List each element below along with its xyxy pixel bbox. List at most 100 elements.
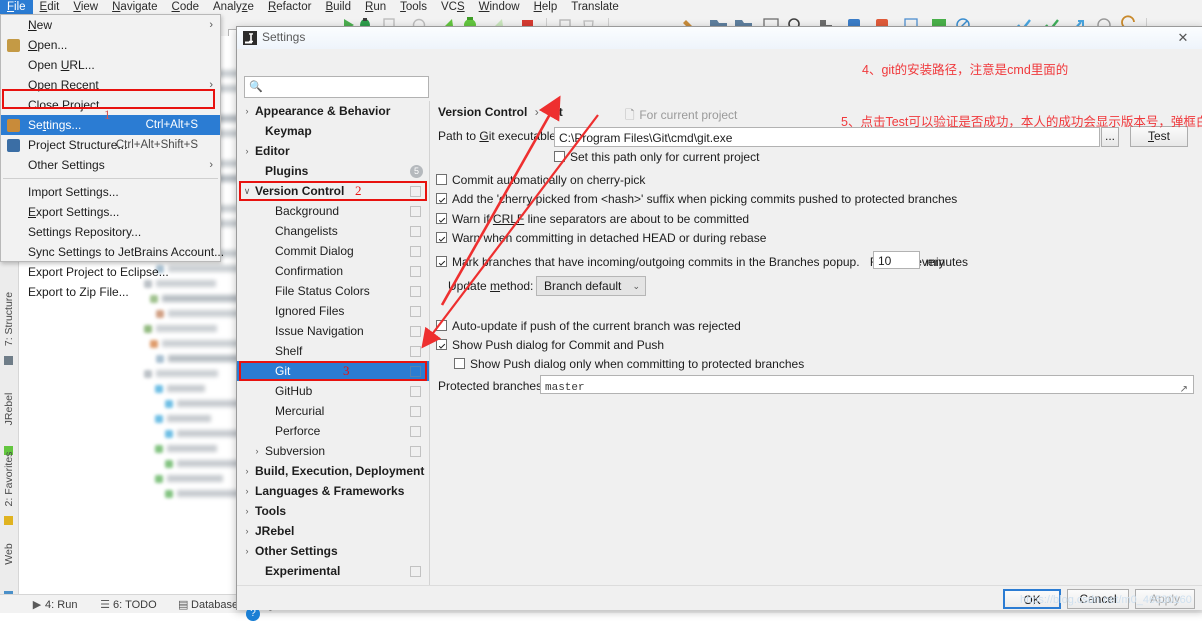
settings-tree-item-othersettings[interactable]: › Other Settings: [237, 541, 429, 561]
auto-update-checkbox[interactable]: [436, 320, 447, 331]
settings-tree-item-git[interactable]: Git: [237, 361, 429, 381]
git-option-checkbox-row-1[interactable]: Add the 'cherry picked from <hash>' suff…: [436, 192, 957, 206]
project-node-icon: [144, 325, 152, 333]
file-menu-item-importsettings[interactable]: Import Settings...: [1, 182, 220, 202]
watermark-text: https://blog.csdn.net/m0_46530160: [1020, 594, 1192, 606]
file-menu-item-new[interactable]: New ›: [1, 15, 220, 35]
tree-expander-icon[interactable]: ›: [241, 481, 253, 501]
settings-tree-item-appearancebehavior[interactable]: › Appearance & Behavior: [237, 101, 429, 121]
git-option-checkbox[interactable]: [436, 213, 447, 224]
settings-tree-item-mercurial[interactable]: Mercurial: [237, 401, 429, 421]
project-node-label: [167, 385, 205, 392]
close-icon[interactable]: ✕: [1163, 27, 1202, 49]
settings-search-input[interactable]: 🔍: [244, 76, 429, 98]
git-option-checkbox[interactable]: [436, 193, 447, 204]
menu-item-label: New: [28, 18, 53, 32]
git-option-checkbox[interactable]: [436, 174, 447, 185]
settings-tree-item-filestatuscolors[interactable]: File Status Colors: [237, 281, 429, 301]
git-option-checkbox[interactable]: [436, 232, 447, 243]
settings-tree-item-shelf[interactable]: Shelf: [237, 341, 429, 361]
tree-expander-icon[interactable]: ›: [251, 441, 263, 461]
settings-tree-item-subversion[interactable]: › Subversion: [237, 441, 429, 461]
show-push-protected-row[interactable]: Show Push dialog only when committing to…: [454, 357, 804, 371]
annotation-5: 5、点击Test可以验证是否成功，本人的成功会显示版本号，弹框白色: [841, 115, 1202, 129]
tool-window-tab-jrebel[interactable]: JRebel: [0, 370, 18, 448]
show-push-row[interactable]: Show Push dialog for Commit and Push: [436, 338, 664, 352]
show-push-checkbox[interactable]: [436, 339, 447, 350]
tool-window-tab-web[interactable]: Web: [0, 515, 18, 593]
file-menu-item-exportprojecttoeclipse[interactable]: Export Project to Eclipse...: [1, 262, 220, 282]
intellij-idea-icon: [243, 31, 257, 45]
tree-expander-icon[interactable]: ›: [241, 101, 253, 121]
git-option-checkbox-row-2[interactable]: Warn if CRLF line separators are about t…: [436, 212, 749, 226]
tree-item-label: Version Control: [255, 184, 345, 198]
show-push-protected-checkbox[interactable]: [454, 358, 465, 369]
breadcrumb-root[interactable]: Version Control: [438, 105, 527, 119]
tree-expander-icon[interactable]: ∨: [241, 181, 253, 201]
settings-tree-item-background[interactable]: Background: [237, 201, 429, 221]
settings-tree-item-versioncontrol[interactable]: ∨ Version Control: [237, 181, 429, 201]
file-menu-item-exportsettings[interactable]: Export Settings...: [1, 202, 220, 222]
file-menu-item-open[interactable]: Open...: [1, 35, 220, 55]
tree-expander-icon[interactable]: ›: [241, 541, 253, 561]
git-executable-path-input[interactable]: C:\Program Files\Git\cmd\git.exe: [554, 127, 1100, 147]
settings-category-tree[interactable]: › Appearance & Behavior Keymap › Editor Plugi…: [237, 101, 430, 585]
copy-settings-icon: [410, 266, 421, 277]
settings-tree-item-confirmation[interactable]: Confirmation: [237, 261, 429, 281]
project-node-label: [156, 370, 218, 377]
statusbar-item-run[interactable]: ▶ 4: Run: [32, 598, 78, 611]
set-path-only-checkbox[interactable]: [554, 151, 565, 162]
file-menu-item-closeproject[interactable]: Close Project: [1, 95, 220, 115]
project-node-icon: [165, 430, 173, 438]
file-menu-item-exporttozipfile[interactable]: Export to Zip File...: [1, 282, 220, 302]
file-menu-item-openurl[interactable]: Open URL...: [1, 55, 220, 75]
settings-search-field[interactable]: [265, 79, 427, 96]
settings-tree-item-perforce[interactable]: Perforce: [237, 421, 429, 441]
settings-tree-item-github[interactable]: GitHub: [237, 381, 429, 401]
auto-update-label: Auto-update if push of the current branc…: [452, 319, 741, 333]
file-menu-item-settingsrepository[interactable]: Settings Repository...: [1, 222, 220, 242]
file-menu-item-openrecent[interactable]: Open Recent ›: [1, 75, 220, 95]
tree-expander-icon[interactable]: ›: [241, 501, 253, 521]
settings-tree-item-plugins[interactable]: Plugins 5: [237, 161, 429, 181]
mark-branches-row[interactable]: Mark branches that have incoming/outgoin…: [436, 255, 945, 269]
project-node-icon: [155, 385, 163, 393]
update-method-select[interactable]: Branch default ⌄: [536, 276, 646, 296]
expand-editor-icon[interactable]: ↗: [1180, 380, 1188, 393]
mark-branches-checkbox[interactable]: [436, 256, 447, 267]
settings-tree-item-ignoredfiles[interactable]: Ignored Files: [237, 301, 429, 321]
menu-item-label: Other Settings: [28, 158, 105, 172]
file-menu-item-settings[interactable]: Settings... Ctrl+Alt+S: [1, 115, 220, 135]
tree-expander-icon[interactable]: ›: [241, 461, 253, 481]
tree-expander-icon[interactable]: ›: [241, 141, 253, 161]
for-current-project-label: 🗋 For current project: [625, 106, 737, 127]
file-menu-item-projectstructure[interactable]: Project Structure... Ctrl+Alt+Shift+S: [1, 135, 220, 155]
tree-item-label: File Status Colors: [275, 284, 370, 298]
git-option-label: Commit automatically on cherry-pick: [452, 173, 646, 187]
settings-tree-item-jrebel[interactable]: › JRebel: [237, 521, 429, 541]
settings-tree-item-issuenavigation[interactable]: Issue Navigation: [237, 321, 429, 341]
settings-tree-item-languagesframeworks[interactable]: › Languages & Frameworks: [237, 481, 429, 501]
settings-tree-item-changelists[interactable]: Changelists: [237, 221, 429, 241]
file-menu-item-syncsettingstojetbrainsaccount[interactable]: Sync Settings to JetBrains Account...: [1, 242, 224, 262]
settings-tree-item-experimental[interactable]: Experimental: [237, 561, 429, 581]
settings-tree-item-tools[interactable]: › Tools: [237, 501, 429, 521]
file-menu-item-othersettings[interactable]: Other Settings ›: [1, 155, 220, 175]
settings-tree-item-commitdialog[interactable]: Commit Dialog: [237, 241, 429, 261]
settings-tree-item-buildexecutiondeployment[interactable]: › Build, Execution, Deployment: [237, 461, 429, 481]
file-menu-popup[interactable]: New › Open... Open URL... Open Recent › Close …: [0, 14, 224, 299]
statusbar-item-todo[interactable]: ☰ 6: TODO: [100, 598, 157, 611]
git-option-checkbox-row-0[interactable]: Commit automatically on cherry-pick: [436, 173, 645, 187]
project-node-icon: [155, 445, 163, 453]
refresh-minutes-input[interactable]: 10: [873, 251, 920, 269]
set-path-only-checkbox-row[interactable]: Set this path only for current project: [554, 150, 759, 164]
auto-update-row[interactable]: Auto-update if push of the current branc…: [436, 319, 741, 333]
protected-branches-input[interactable]: master ↗: [540, 375, 1194, 394]
browse-button[interactable]: ...: [1101, 127, 1119, 147]
tool-window-tab-favorites[interactable]: 2: Favorites: [0, 440, 18, 518]
copy-settings-icon: [410, 186, 421, 197]
git-option-checkbox-row-3[interactable]: Warn when committing in detached HEAD or…: [436, 231, 766, 245]
settings-tree-item-keymap[interactable]: Keymap: [237, 121, 429, 141]
tree-expander-icon[interactable]: ›: [241, 521, 253, 541]
settings-tree-item-editor[interactable]: › Editor: [237, 141, 429, 161]
